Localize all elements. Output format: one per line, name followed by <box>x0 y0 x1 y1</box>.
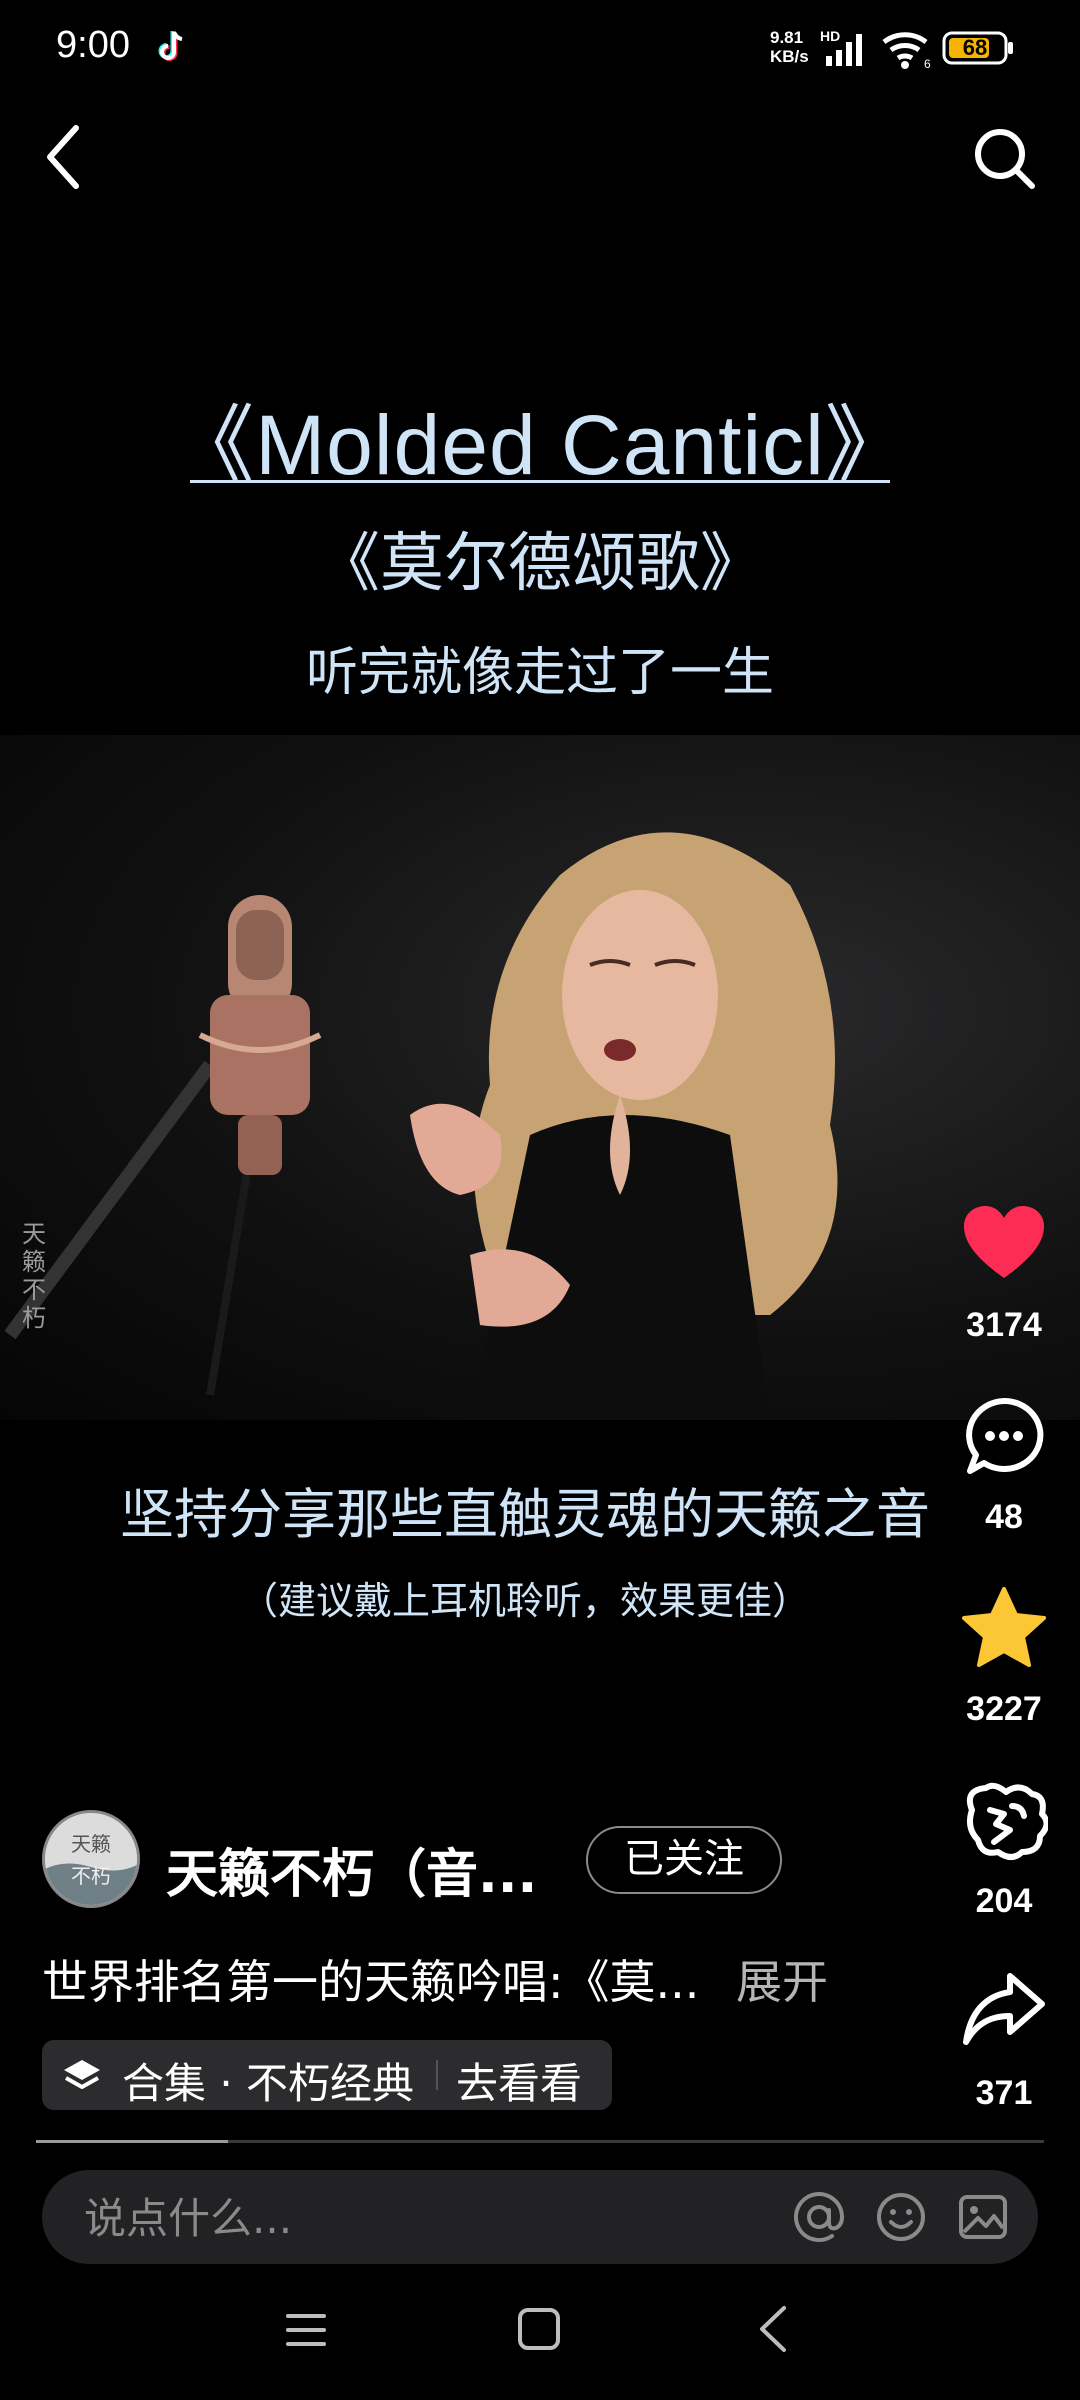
microphone <box>198 895 322 1175</box>
like-count: 3174 <box>966 1306 1042 1344</box>
avatar-text-top: 天籁 <box>71 1832 111 1856</box>
search-button[interactable] <box>970 124 1040 194</box>
follow-button[interactable]: 已关注 <box>586 1826 782 1894</box>
video-caption: 坚持分享那些直触灵魂的天籁之音 <box>120 1483 930 1546</box>
comment-count: 48 <box>985 1498 1023 1536</box>
author-avatar[interactable]: 天籁 不朽 <box>42 1810 140 1908</box>
collection-chip[interactable]: 合集 · 不朽经典 去看看 <box>42 2040 612 2110</box>
collection-view-button[interactable]: 去看看 <box>456 2050 582 2111</box>
collection-divider <box>436 2060 438 2090</box>
comment-bar <box>42 2170 1038 2264</box>
gift-count: 204 <box>975 1882 1033 1920</box>
share-count: 371 <box>975 2074 1033 2112</box>
battery-level: 68 <box>962 35 988 60</box>
mic-cable <box>206 1154 254 1396</box>
emoji-icon[interactable] <box>874 2190 928 2244</box>
video-caption-note: （建议戴上耳机聆听，效果更佳） <box>240 1579 811 1623</box>
nav-menu-icon[interactable] <box>284 2308 328 2352</box>
image-icon[interactable] <box>956 2190 1010 2244</box>
comment-icon[interactable] <box>962 1395 1046 1479</box>
title-underline <box>190 480 890 483</box>
back-button[interactable] <box>38 120 88 194</box>
layers-icon <box>64 2060 100 2089</box>
video-title-chinese: 《莫尔德颂歌》 <box>316 527 764 601</box>
video-description[interactable]: 世界排名第一的天籁吟唱:《莫... <box>42 1946 699 2012</box>
author-name[interactable]: 天籁不朽（音... <box>166 1832 537 1907</box>
avatar-text-bottom: 不朽 <box>71 1864 111 1888</box>
like-heart-icon[interactable] <box>962 1204 1046 1282</box>
network-speed-value: 9.81 <box>770 28 804 47</box>
gift-icon[interactable] <box>960 1780 1048 1864</box>
singer-scene <box>4 832 838 1420</box>
video-progress-fill <box>36 2140 228 2143</box>
nav-back-icon[interactable] <box>754 2304 790 2354</box>
singer <box>410 832 838 1420</box>
wifi-icon: 6 <box>882 32 931 70</box>
svg-text:6: 6 <box>924 57 931 70</box>
mention-icon[interactable] <box>792 2190 846 2244</box>
video-player[interactable] <box>0 735 1080 1420</box>
video-watermark: 天籁不朽 <box>22 1220 46 1332</box>
video-subtitle: 听完就像走过了一生 <box>305 643 774 703</box>
tiktok-icon <box>158 31 183 61</box>
signal-icon <box>826 34 862 66</box>
favorite-count: 3227 <box>966 1690 1042 1728</box>
share-arrow-icon[interactable] <box>962 1970 1046 2050</box>
video-progress-bar[interactable] <box>36 2140 1044 2143</box>
network-speed: 9.81 KB/s <box>770 28 809 66</box>
network-speed-unit: KB/s <box>770 47 809 66</box>
collection-label: 合集 · 不朽经典 <box>122 2059 415 2108</box>
comment-input[interactable] <box>82 2190 786 2246</box>
expand-link[interactable]: 展开 <box>736 1946 828 2012</box>
nav-home-icon[interactable] <box>516 2306 562 2352</box>
avatar-logo: 天籁 不朽 <box>45 1813 137 1905</box>
status-time: 9:00 <box>56 24 130 66</box>
favorite-star-icon[interactable] <box>960 1585 1048 1669</box>
